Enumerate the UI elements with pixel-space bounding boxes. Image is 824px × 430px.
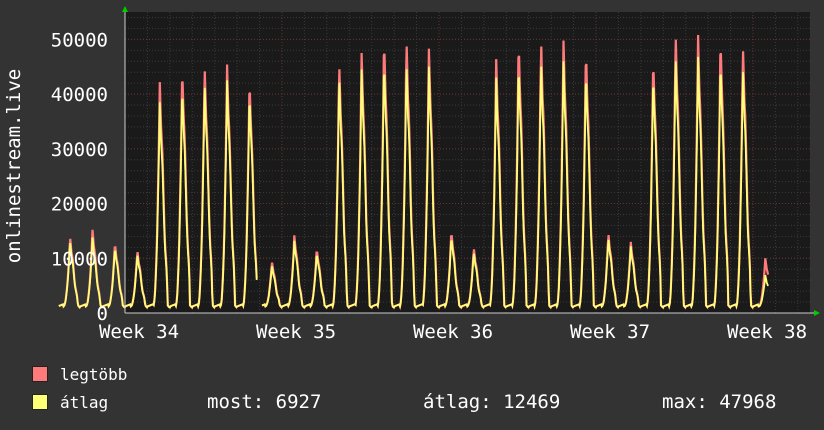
stat-max: max: 47968 — [662, 391, 777, 413]
legend-max: legtöbb — [32, 364, 127, 384]
legend-avg-swatch — [32, 394, 48, 410]
x-tick-label: Week 36 — [413, 321, 493, 343]
chart-grid — [125, 12, 810, 313]
x-axis-arrow — [814, 310, 820, 316]
x-tick-label: Week 34 — [99, 321, 179, 343]
x-tick-label: Week 37 — [570, 321, 650, 343]
legend-max-swatch — [32, 366, 48, 382]
legend-avg: átlag — [32, 392, 108, 412]
x-tick-label: Week 35 — [256, 321, 336, 343]
y-tick-label: 10000 — [51, 248, 108, 270]
legend-max-label: legtöbb — [60, 364, 128, 384]
y-tick-label: 40000 — [51, 84, 108, 106]
x-tick-label: Week 38 — [727, 321, 807, 343]
stat-now: most: 6927 — [207, 391, 322, 413]
y-axis-arrow — [122, 6, 128, 12]
y-tick-label: 30000 — [51, 139, 108, 161]
stat-avg: átlag: 12469 — [423, 391, 561, 413]
y-axis-label: onlinestream.live — [3, 69, 25, 263]
y-tick-label: 20000 — [51, 194, 108, 216]
plot-area — [125, 12, 810, 313]
legend-avg-label: átlag — [60, 392, 109, 412]
y-tick-label: 50000 — [51, 29, 108, 51]
